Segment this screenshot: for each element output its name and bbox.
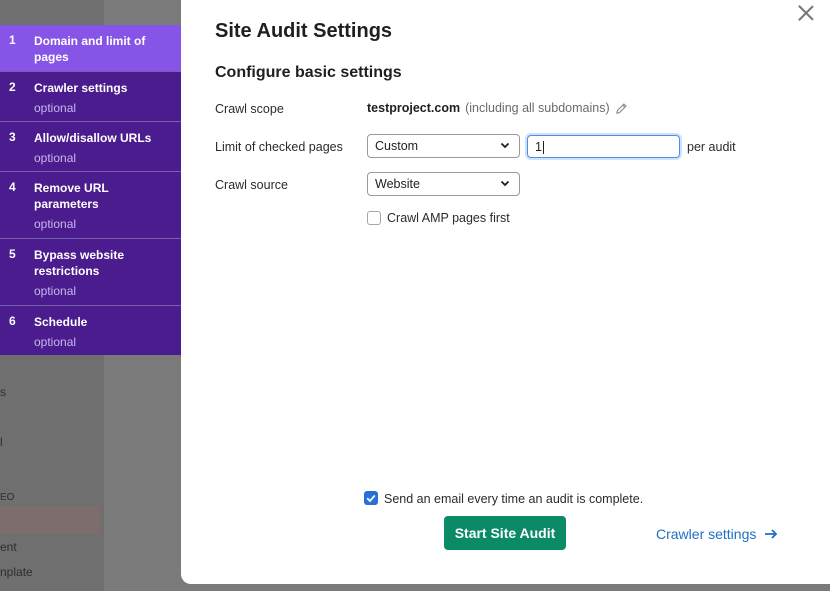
step-bypass-restrictions[interactable]: 5 Bypass website restrictions optional [0,239,181,306]
step-title: Crawler settings [34,81,128,95]
arrow-right-icon [765,529,778,539]
background-item: EO [0,492,15,503]
crawl-source-label: Crawl source [215,178,288,192]
step-title: Bypass website restrictions [34,248,125,278]
step-crawler-settings[interactable]: 2 Crawler settings optional [0,72,181,122]
crawl-scope-note: (including all subdomains) [465,101,610,115]
step-remove-url-params[interactable]: 4 Remove URL parameters optional [0,172,181,239]
background-item: ent [0,540,17,554]
step-number: 3 [9,130,16,144]
crawl-source-value: Website [375,177,420,191]
crawl-scope-label: Crawl scope [215,102,284,116]
step-title: Domain and limit of pages [34,34,146,64]
per-audit-label: per audit [687,140,736,154]
chevron-down-icon [500,142,510,149]
step-domain[interactable]: 1 Domain and limit of pages [0,25,181,72]
step-title: Schedule [34,315,88,329]
limit-pages-value: 1 [535,140,542,154]
limit-label: Limit of checked pages [215,140,343,154]
step-subtitle: optional [34,335,77,349]
pencil-icon[interactable] [615,102,628,115]
step-number: 1 [9,33,16,47]
email-checkbox-label: Send an email every time an audit is com… [384,492,644,506]
step-number: 5 [9,247,16,261]
background-item: s [0,385,6,399]
limit-select[interactable]: Custom [367,134,520,158]
settings-modal: Site Audit Settings Configure basic sett… [181,0,830,584]
step-subtitle: optional [34,101,77,115]
background-highlight [0,506,100,534]
step-subtitle: optional [34,284,77,298]
chevron-down-icon [500,180,510,187]
section-title: Configure basic settings [215,64,402,81]
crawl-source-select[interactable]: Website [367,172,520,196]
step-allow-disallow[interactable]: 3 Allow/disallow URLs optional [0,122,181,172]
crawler-settings-link[interactable]: Crawler settings [656,526,778,542]
modal-title: Site Audit Settings [215,20,393,42]
step-number: 4 [9,180,16,194]
step-subtitle: optional [34,151,77,165]
amp-checkbox[interactable] [367,211,381,225]
checkmark-icon [366,494,376,503]
amp-checkbox-label: Crawl AMP pages first [387,211,510,225]
step-subtitle: optional [34,217,77,231]
text-cursor [542,141,544,155]
email-checkbox[interactable] [364,491,378,505]
step-title: Remove URL parameters [34,181,109,211]
limit-pages-input[interactable]: 1 [527,135,680,158]
background-item: l [0,435,3,449]
step-number: 2 [9,80,16,94]
limit-select-value: Custom [375,139,419,153]
wizard-steps: 1 Domain and limit of pages 2 Crawler se… [0,25,181,355]
crawl-scope-value: testproject.com (including all subdomain… [367,101,628,115]
step-number: 6 [9,314,16,328]
step-title: Allow/disallow URLs [34,131,152,145]
close-icon[interactable] [796,3,816,23]
step-schedule[interactable]: 6 Schedule optional [0,306,181,355]
crawler-settings-label: Crawler settings [656,526,757,542]
background-item: nplate [0,565,33,579]
crawl-scope-domain: testproject.com [367,101,461,115]
start-site-audit-button[interactable]: Start Site Audit [444,516,566,550]
